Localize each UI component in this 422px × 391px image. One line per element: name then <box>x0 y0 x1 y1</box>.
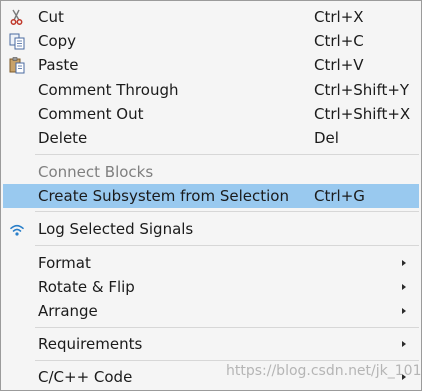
menu-item-label: Connect Blocks <box>38 163 154 181</box>
menu-item-label: Log Selected Signals <box>38 220 194 238</box>
submenu-arrow-icon <box>402 308 406 314</box>
menu-item-label: Cut <box>38 8 64 26</box>
menu-item-format[interactable]: Format <box>3 251 419 275</box>
menu-separator <box>35 211 419 212</box>
menu-item-comment-through[interactable]: Comment Through Ctrl+Shift+Y <box>3 78 419 102</box>
menu-item-shortcut: Ctrl+V <box>314 56 364 74</box>
submenu-arrow-icon <box>402 260 406 266</box>
menu-item-shortcut: Ctrl+G <box>314 187 365 205</box>
paste-icon <box>9 57 25 74</box>
menu-separator <box>35 154 419 155</box>
menu-item-label: Comment Through <box>38 81 179 99</box>
menu-separator <box>35 245 419 246</box>
menu-item-create-subsystem[interactable]: Create Subsystem from Selection Ctrl+G <box>3 184 419 208</box>
menu-item-comment-out[interactable]: Comment Out Ctrl+Shift+X <box>3 102 419 126</box>
copy-icon <box>9 33 25 50</box>
menu-item-connect-blocks: Connect Blocks <box>3 160 419 184</box>
menu-item-cut[interactable]: Cut Ctrl+X <box>3 5 419 29</box>
menu-item-arrange[interactable]: Arrange <box>3 299 419 323</box>
scissors-icon <box>10 9 23 25</box>
menu-item-label: Paste <box>38 56 79 74</box>
menu-item-shortcut: Del <box>314 129 339 147</box>
menu-item-label: Rotate & Flip <box>38 278 135 296</box>
menu-item-label: C/C++ Code <box>38 368 133 386</box>
menu-item-label: Create Subsystem from Selection <box>38 187 289 205</box>
menu-item-paste[interactable]: Paste Ctrl+V <box>3 53 419 77</box>
watermark-text: https://blog.csdn.net/jk_101 <box>226 363 422 379</box>
menu-item-copy[interactable]: Copy Ctrl+C <box>3 29 419 53</box>
submenu-arrow-icon <box>402 341 406 347</box>
menu-item-shortcut: Ctrl+C <box>314 32 364 50</box>
menu-item-label: Requirements <box>38 335 143 353</box>
menu-item-label: Comment Out <box>38 105 144 123</box>
menu-item-label: Copy <box>38 32 77 50</box>
menu-item-shortcut: Ctrl+Shift+Y <box>314 81 410 99</box>
menu-item-shortcut: Ctrl+Shift+X <box>314 105 411 123</box>
menu-item-label: Format <box>38 254 91 272</box>
menu-item-delete[interactable]: Delete Del <box>3 126 419 150</box>
menu-item-shortcut: Ctrl+X <box>314 8 364 26</box>
menu-separator <box>35 327 419 328</box>
wifi-signal-icon <box>10 224 24 236</box>
menu-item-label: Delete <box>38 129 88 147</box>
menu-item-requirements[interactable]: Requirements <box>3 332 419 356</box>
menu-item-rotate-flip[interactable]: Rotate & Flip <box>3 275 419 299</box>
menu-separator <box>35 360 419 361</box>
submenu-arrow-icon <box>402 284 406 290</box>
menu-item-log-selected-signals[interactable]: Log Selected Signals <box>3 217 419 241</box>
context-menu: Cut Ctrl+X Copy Ctrl+C Paste Ctrl+V Comm… <box>0 0 422 391</box>
menu-item-label: Arrange <box>38 302 98 320</box>
